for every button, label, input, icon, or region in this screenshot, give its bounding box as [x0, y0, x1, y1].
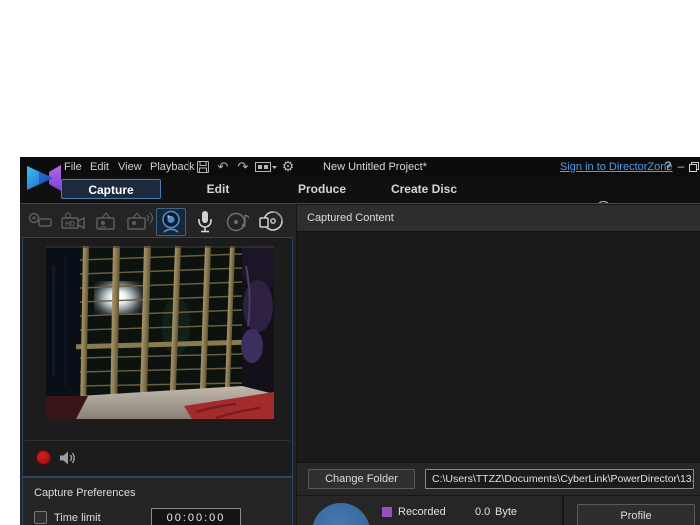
captured-content-list[interactable] — [297, 232, 700, 462]
digital-tv-signal-icon[interactable] — [125, 208, 155, 236]
capacity-row: Recorded 0.0 Byte Profile — [297, 495, 700, 525]
capture-panel: HD Capture Preferences Time limit 00:00:… — [20, 204, 296, 525]
tab-produce[interactable]: Produce — [284, 179, 360, 199]
captured-content-panel: Captured Content Change Folder C:\Users\… — [297, 204, 700, 525]
tab-create-disc[interactable]: Create Disc — [378, 179, 470, 199]
recorded-size-value: 0.0 — [475, 506, 491, 518]
aspect-ratio-icon[interactable] — [254, 157, 278, 177]
captured-content-header: Captured Content — [297, 205, 700, 232]
menu-edit[interactable]: Edit — [86, 157, 113, 177]
change-folder-button[interactable]: Change Folder — [308, 469, 415, 489]
external-disc-icon[interactable] — [256, 208, 286, 236]
dv-camcorder-icon[interactable] — [26, 208, 56, 236]
record-button[interactable] — [36, 450, 51, 465]
minimize-button[interactable]: – — [675, 157, 687, 177]
webcam-icon[interactable] — [156, 208, 186, 236]
capture-source-bar: HD — [20, 205, 296, 238]
folder-row: Change Folder C:\Users\TTZZ\Documents\Cy… — [297, 462, 700, 495]
recorded-legend-swatch — [382, 507, 392, 517]
capture-preferences-panel: Capture Preferences Time limit 00:00:00 — [22, 477, 293, 525]
hdv-camcorder-icon[interactable]: HD — [59, 208, 89, 236]
time-limit-checkbox[interactable] — [34, 511, 47, 524]
settings-gear-icon[interactable]: ⚙ — [280, 157, 296, 177]
help-button[interactable]: ? — [662, 157, 674, 177]
tab-capture[interactable]: Capture — [61, 179, 161, 199]
save-icon[interactable] — [195, 157, 211, 177]
tv-signal-icon[interactable] — [92, 208, 122, 236]
profile-button[interactable]: Profile — [577, 504, 695, 525]
microphone-icon[interactable] — [190, 208, 220, 236]
audio-cd-icon[interactable] — [223, 208, 253, 236]
titlebar: File Edit View Playback ↶ ↷ ⚙ New Untitl… — [20, 157, 700, 177]
recorded-size-unit: Byte — [495, 506, 518, 518]
time-limit-field[interactable]: 00:00:00 — [151, 508, 241, 525]
powerdirector-logo-icon — [23, 159, 65, 199]
svg-text:HD: HD — [65, 221, 75, 228]
captured-content-title: Captured Content — [307, 212, 394, 224]
undo-icon[interactable]: ↶ — [215, 157, 231, 177]
redo-icon[interactable]: ↷ — [235, 157, 251, 177]
capacity-divider — [562, 496, 564, 525]
toolbar-separator — [188, 160, 189, 173]
project-title: New Untitled Project* — [323, 161, 427, 173]
powerdirector-window: File Edit View Playback ↶ ↷ ⚙ New Untitl… — [20, 157, 700, 525]
signin-directorzone-link[interactable]: Sign in to DirectorZone — [560, 157, 673, 177]
mode-tab-row: Capture Edit Produce Create Disc ↑PowerD… — [20, 177, 700, 235]
volume-speaker-icon[interactable] — [59, 450, 77, 471]
menu-view[interactable]: View — [114, 157, 146, 177]
disk-space-pie-chart — [312, 503, 370, 525]
recorded-label: Recorded — [398, 506, 446, 518]
folder-path-field[interactable]: C:\Users\TTZZ\Documents\CyberLink\PowerD… — [425, 469, 694, 489]
time-limit-label: Time limit — [54, 512, 101, 524]
capture-preview-panel — [22, 237, 293, 477]
menu-playback[interactable]: Playback — [146, 157, 199, 177]
tab-edit[interactable]: Edit — [180, 179, 256, 199]
capture-preferences-title: Capture Preferences — [34, 487, 136, 499]
record-bar-divider — [25, 440, 290, 441]
webcam-preview-image — [46, 246, 274, 420]
restore-window-button[interactable] — [688, 157, 700, 177]
